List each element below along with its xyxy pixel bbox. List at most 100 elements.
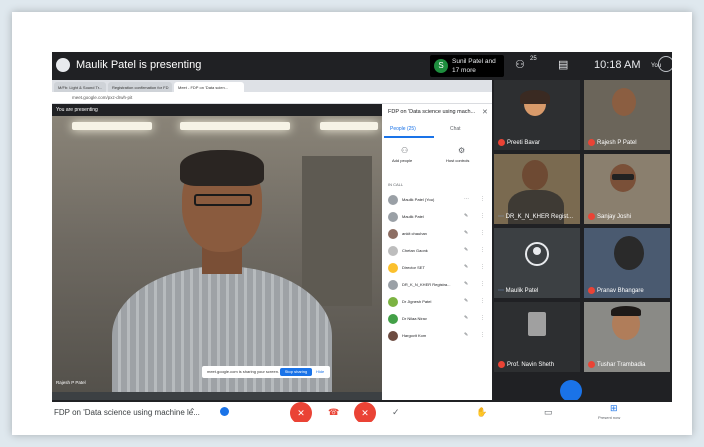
photo-frame: Maulik Patel is presenting S Sunil Patel… <box>12 12 692 435</box>
tab-indicator <box>384 136 434 138</box>
list-item[interactable]: Dr Nilaa Nirav ✎ ⋮ <box>382 311 492 328</box>
more-icon[interactable]: ⋮ <box>480 196 485 202</box>
mic-off-icon <box>588 286 595 294</box>
participant-tile[interactable]: Tushar Trambadia <box>584 302 670 372</box>
close-icon[interactable]: ✕ <box>482 108 488 116</box>
tile-label: Tushar Trambadia <box>597 362 646 368</box>
avatar <box>388 263 398 273</box>
participant-tile[interactable]: ⋯ DR_K_N_KHER Regist... <box>494 154 580 224</box>
present-icon[interactable]: ⊞ <box>610 403 618 414</box>
tab-people[interactable]: People (25) <box>390 126 416 132</box>
tile-name: Pranav Bhangare <box>588 286 644 294</box>
add-person-icon[interactable]: ⚇ <box>401 146 408 155</box>
share-text: meet.google.com is sharing your screen. <box>207 369 280 374</box>
more-icon[interactable]: ⋮ <box>480 230 485 236</box>
participant-tile[interactable]: Preeti Bavar <box>494 80 580 150</box>
avatar <box>388 314 398 324</box>
tile-label: Pranav Bhangare <box>597 288 644 294</box>
pin-icon[interactable]: ⋯ <box>464 196 469 202</box>
meeting-details-icon[interactable] <box>220 407 229 416</box>
participant-hair <box>520 90 550 104</box>
person-name: Hargovit Kom <box>402 333 427 338</box>
participant-tile[interactable]: Sanjay Joshi <box>584 154 670 224</box>
stop-sharing-button[interactable]: Stop sharing <box>280 368 312 376</box>
self-avatar[interactable] <box>658 56 672 72</box>
presenting-bar: Maulik Patel is presenting S Sunil Patel… <box>52 52 672 80</box>
participant-tile[interactable]: Rajesh P Patel <box>584 80 670 150</box>
mic-off-icon[interactable]: ✎ <box>464 315 468 321</box>
tile-name: Rajesh P Patel <box>588 138 637 146</box>
speaker-chip[interactable]: S Sunil Patel and 17 more <box>430 55 504 77</box>
more-icon[interactable]: ⋮ <box>480 247 485 253</box>
meeting-title[interactable]: FDP on 'Data science using machine le... <box>54 408 200 417</box>
browser-tab[interactable]: M/Fb: Light & Sound Tr... <box>54 82 106 92</box>
chevron-up-icon[interactable]: ⌃ <box>189 407 196 416</box>
list-item[interactable]: ankit chauhan ✎ ⋮ <box>382 226 492 243</box>
captions-icon[interactable]: ▭ <box>544 407 553 418</box>
participant-tile[interactable]: Pranav Bhangare <box>584 228 670 298</box>
present-now-label[interactable]: Present now <box>598 415 620 420</box>
people-panel: FDP on 'Data science using mach... ✕ Peo… <box>382 104 492 400</box>
more-icon[interactable]: ⋮ <box>480 332 485 338</box>
camera-off-button[interactable]: ✕ <box>354 402 376 422</box>
participant-hair <box>611 306 641 316</box>
list-item[interactable]: Dr Jignesh Patel ✎ ⋮ <box>382 294 492 311</box>
browser-tab-active[interactable]: Meet - FDP on 'Data scien... <box>174 82 244 92</box>
host-controls-icon[interactable]: ⚙ <box>458 146 465 155</box>
chip-avatar: S <box>434 59 448 73</box>
people-icon[interactable]: ⚇ <box>515 58 525 71</box>
avatar <box>388 229 398 239</box>
avatar <box>388 212 398 222</box>
mic-off-icon[interactable]: ✎ <box>464 332 468 338</box>
person-name: Dr Nilaa Nirav <box>402 316 427 321</box>
list-item[interactable]: Chetan Gaonk ✎ ⋮ <box>382 243 492 260</box>
mic-off-icon <box>498 360 505 368</box>
participant-photo <box>528 312 546 336</box>
chat-icon[interactable]: ▤ <box>558 58 568 71</box>
raise-hand-icon[interactable]: ✋ <box>476 407 487 418</box>
tile-label: Maulik Patel <box>505 288 539 294</box>
mic-off-button[interactable]: ✕ <box>290 402 312 422</box>
more-icon[interactable]: ⋮ <box>480 315 485 321</box>
add-people-label[interactable]: Add people <box>392 158 412 163</box>
more-icon[interactable]: ⋮ <box>480 281 485 287</box>
participant-face <box>614 236 644 270</box>
more-icon[interactable]: ⋮ <box>480 264 485 270</box>
person-hair <box>180 150 264 186</box>
participant-avatar <box>560 380 582 400</box>
list-item[interactable]: Maulik Patel ✎ ⋮ <box>382 209 492 226</box>
participant-tile[interactable]: Prof. Navin Sheth <box>494 302 580 372</box>
list-item[interactable]: Hargovit Kom ✎ ⋮ <box>382 328 492 345</box>
participant-tile-partial[interactable] <box>554 376 588 400</box>
chip-text: Sunil Patel and 17 more <box>452 58 496 74</box>
speaking-icon: ⋯ <box>498 214 506 220</box>
tile-name: ⋯ Maulik Patel <box>498 287 538 294</box>
speaking-icon: ⋯ <box>498 288 506 294</box>
mic-off-icon[interactable]: ✎ <box>464 213 468 219</box>
mic-off-icon[interactable]: ✎ <box>464 230 468 236</box>
presenting-title: Maulik Patel is presenting <box>76 59 202 71</box>
participant-tile[interactable]: ⋯ Maulik Patel <box>494 228 580 298</box>
hide-button[interactable]: Hide <box>316 369 324 374</box>
list-item[interactable]: Director SET ✎ ⋮ <box>382 260 492 277</box>
host-controls-label[interactable]: Host controls <box>446 158 469 163</box>
chevron-icon[interactable]: ✓ <box>392 407 400 418</box>
address-bar[interactable]: meet.google.com/pxz-drwh-pit <box>52 92 492 104</box>
tile-label: DR_K_N_KHER Regist... <box>505 214 574 220</box>
mic-off-icon[interactable]: ✎ <box>464 247 468 253</box>
participant-grid: Preeti Bavar Rajesh P Patel ⋯ DR_K_N_KHE… <box>494 80 672 400</box>
list-item[interactable]: DR_K_N_KHER Registra... ✎ ⋮ <box>382 277 492 294</box>
tab-chat[interactable]: Chat <box>450 126 461 132</box>
browser-tab[interactable]: Registration confirmation for FD <box>108 82 172 92</box>
mic-off-icon <box>588 138 595 146</box>
list-item[interactable]: Maulik Patel (You) ⋯ ⋮ <box>382 192 492 209</box>
people-list: IN CALL Maulik Patel (You) ⋯ ⋮ Maulik Pate… <box>382 182 492 345</box>
mic-off-icon[interactable]: ✎ <box>464 264 468 270</box>
more-icon[interactable]: ⋮ <box>480 213 485 219</box>
tile-name: Tushar Trambadia <box>588 360 646 368</box>
leave-call-button[interactable]: ☎ <box>328 407 339 418</box>
mic-off-icon[interactable]: ✎ <box>464 281 468 287</box>
mic-off-icon[interactable]: ✎ <box>464 298 468 304</box>
person-name: ankit chauhan <box>402 231 427 236</box>
more-icon[interactable]: ⋮ <box>480 298 485 304</box>
